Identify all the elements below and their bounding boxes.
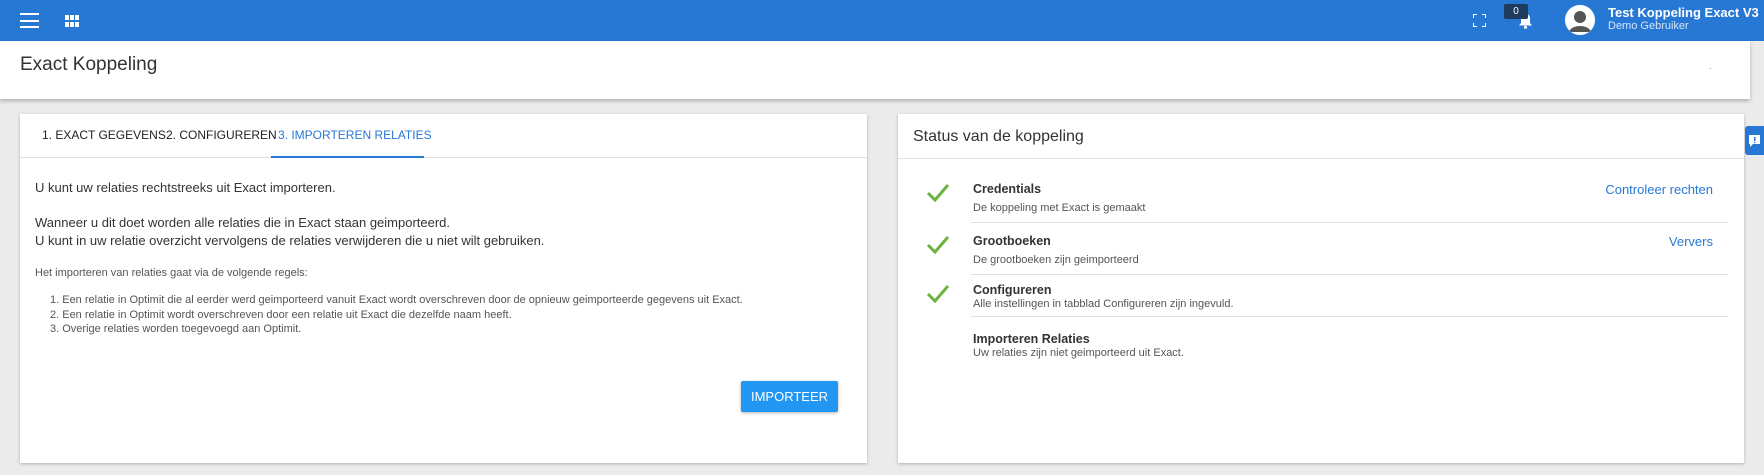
status-desc: Uw relaties zijn niet geimporteerd uit E… [973,347,1184,359]
top-bar: 0 Test Koppeling Exact V3 Demo Gebruiker [0,0,1764,41]
feedback-button[interactable] [1745,126,1764,155]
status-title: Status van de koppeling [913,128,1084,145]
divider [898,158,1744,159]
intro-text: U kunt uw relaties rechtstreeks uit Exac… [35,180,336,195]
status-label: Importeren Relaties [973,332,1090,346]
status-desc: De grootboeken zijn geimporteerd [973,254,1139,266]
header-dot: · [1708,63,1712,74]
status-desc: Alle instellingen in tabblad Configurere… [973,298,1234,310]
rules-list: 1. Een relatie in Optimit die al eerder … [50,294,743,338]
divider [971,222,1728,223]
import-card: 1. EXACT GEGEVENS 2. CONFIGUREREN 3. IMP… [20,114,867,463]
user-role: Demo Gebruiker [1608,20,1689,32]
tab-bar: 1. EXACT GEGEVENS 2. CONFIGUREREN 3. IMP… [20,114,867,158]
active-tab-indicator [271,156,424,158]
tab-importeren-relaties[interactable]: 3. IMPORTEREN RELATIES [278,128,432,142]
list-item: 1. Een relatie in Optimit die al eerder … [50,294,743,306]
page-header: Exact Koppeling · [0,41,1750,99]
status-card: Status van de koppeling Credentials De k… [898,114,1744,463]
tab-exact-gegevens[interactable]: 1. EXACT GEGEVENS [42,128,166,142]
check-icon [926,285,950,304]
controleer-rechten-link[interactable]: Controleer rechten [1605,182,1713,197]
user-name[interactable]: Test Koppeling Exact V3 [1608,5,1759,20]
fullscreen-icon[interactable] [1473,14,1486,27]
tab-configureren[interactable]: 2. CONFIGUREREN [166,128,277,142]
import-button[interactable]: IMPORTEER [741,381,838,412]
status-label: Grootboeken [973,234,1051,248]
notification-badge: 0 [1504,4,1528,19]
status-label: Configureren [973,283,1052,297]
list-item: 2. Een relatie in Optimit wordt overschr… [50,308,512,321]
apps-icon[interactable] [65,15,79,27]
status-desc: De koppeling met Exact is gemaakt [973,202,1146,214]
divider [971,316,1728,317]
menu-icon[interactable] [20,13,39,28]
avatar[interactable] [1565,5,1595,35]
check-icon [926,184,950,203]
check-icon [926,236,950,255]
page-title: Exact Koppeling [20,54,158,75]
feedback-icon [1749,135,1760,147]
status-label: Credentials [973,182,1042,196]
delete-explanation: U kunt in uw relatie overzicht vervolgen… [35,233,545,248]
ververs-link[interactable]: Ververs [1669,234,1713,249]
import-explanation: Wanneer u dit doet worden alle relaties … [35,215,451,230]
list-item: 3. Overige relaties worden toegevoegd aa… [50,323,302,335]
divider [971,274,1728,275]
rules-intro: Het importeren van relaties gaat via de … [35,267,308,279]
